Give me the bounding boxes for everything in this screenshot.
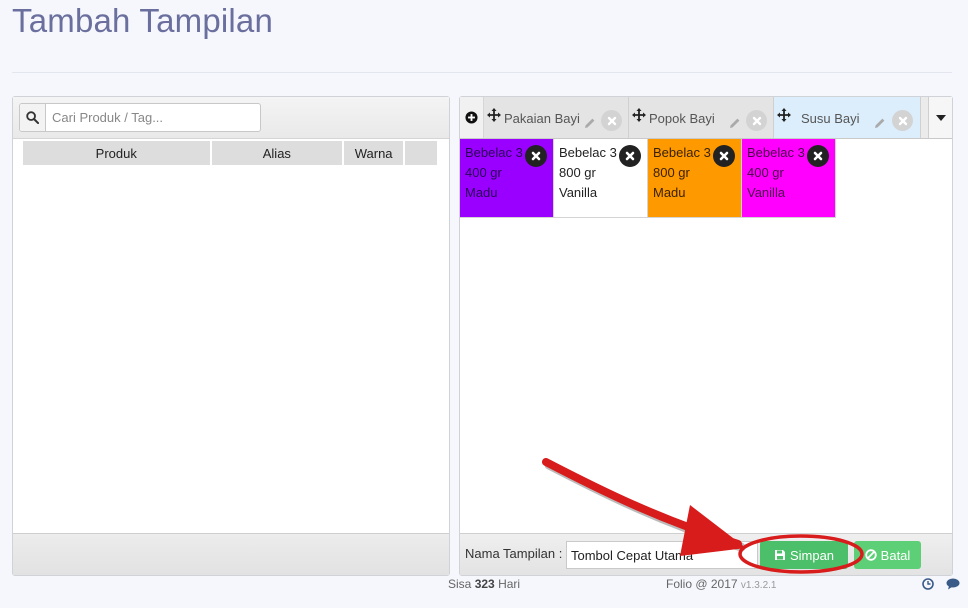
product-tile[interactable]: Bebelac 3 800 gr Madu xyxy=(648,139,742,218)
close-tab-button[interactable] xyxy=(892,110,913,131)
sisa-suffix: Hari xyxy=(498,577,521,591)
column-alias[interactable]: Alias xyxy=(210,141,345,165)
product-tile[interactable]: Bebelac 3 800 gr Vanilla xyxy=(554,139,648,218)
tab-label: Susu Bayi xyxy=(801,111,860,126)
title-divider xyxy=(12,72,952,73)
product-table: Produk Alias Warna xyxy=(23,141,439,165)
close-icon xyxy=(898,116,907,125)
clock-icon[interactable] xyxy=(922,578,934,590)
product-panel: Produk Alias Warna xyxy=(12,96,450,576)
move-icon[interactable] xyxy=(487,108,501,122)
tile-variant: Madu xyxy=(653,185,686,200)
close-tab-button[interactable] xyxy=(746,110,767,131)
caret-down-icon xyxy=(935,114,946,121)
remove-tile-button[interactable] xyxy=(807,145,829,167)
sisa-days: 323 xyxy=(474,577,495,591)
sisa-prefix: Sisa xyxy=(448,577,472,591)
search-button[interactable] xyxy=(20,104,46,131)
column-warna[interactable]: Warna xyxy=(343,141,406,165)
move-icon[interactable] xyxy=(632,108,646,122)
save-button-label: Simpan xyxy=(789,547,835,563)
search-icon xyxy=(26,111,39,124)
move-icon[interactable] xyxy=(777,108,791,122)
tab-label: Pakaian Bayi xyxy=(504,111,580,126)
search-input[interactable] xyxy=(46,104,260,131)
close-icon xyxy=(625,151,635,161)
remove-tile-button[interactable] xyxy=(619,145,641,167)
save-icon xyxy=(774,550,785,560)
ban-icon xyxy=(864,549,877,561)
cancel-button-label: Batal xyxy=(880,547,911,563)
product-panel-footer xyxy=(13,533,449,575)
search-box xyxy=(19,103,261,132)
layout-name-label: Nama Tampilan : xyxy=(465,546,563,561)
table-header-row: Produk Alias Warna xyxy=(23,141,439,165)
layout-name-input[interactable] xyxy=(566,541,758,569)
tab-susu-bayi[interactable]: Susu Bayi xyxy=(774,97,921,138)
save-button[interactable]: Simpan xyxy=(760,541,848,569)
close-icon xyxy=(531,151,541,161)
close-icon xyxy=(719,151,729,161)
product-tile[interactable]: Bebelac 3 400 gr Madu xyxy=(460,139,554,218)
tab-label: Popok Bayi xyxy=(649,111,715,126)
app-version: Folio @ 2017 v1.3.2.1 xyxy=(666,577,777,591)
plus-circle-icon xyxy=(465,111,478,124)
close-icon xyxy=(752,116,761,125)
remove-tile-button[interactable] xyxy=(713,145,735,167)
close-icon xyxy=(813,151,823,161)
chat-icon[interactable] xyxy=(946,578,960,590)
product-tile[interactable]: Bebelac 3 400 gr Vanilla xyxy=(742,139,836,218)
pencil-icon[interactable] xyxy=(729,117,741,129)
tile-variant: Madu xyxy=(465,185,498,200)
remove-tile-button[interactable] xyxy=(525,145,547,167)
folio-label: Folio @ 2017 xyxy=(666,577,738,591)
close-icon xyxy=(607,116,616,125)
layout-panel: Pakaian Bayi Popok Bayi Susu Bayi Bebela… xyxy=(459,96,953,576)
close-tab-button[interactable] xyxy=(601,110,622,131)
add-tab-button[interactable] xyxy=(460,97,484,138)
tile-variant: Vanilla xyxy=(747,185,786,200)
product-toolbar xyxy=(13,97,449,139)
tab-pakaian-bayi[interactable]: Pakaian Bayi xyxy=(484,97,629,138)
tab-popok-bayi[interactable]: Popok Bayi xyxy=(629,97,774,138)
layout-form-footer: Nama Tampilan : Simpan Batal xyxy=(460,533,952,575)
page-title: Tambah Tampilan xyxy=(12,2,274,39)
column-produk[interactable]: Produk xyxy=(23,141,212,165)
cancel-button[interactable]: Batal xyxy=(854,541,921,569)
version-number: v1.3.2.1 xyxy=(740,580,777,591)
product-tiles: Bebelac 3 400 gr Madu Bebelac 3 800 gr V… xyxy=(460,139,836,218)
pencil-icon[interactable] xyxy=(584,117,596,129)
tab-menu-button[interactable] xyxy=(928,97,952,138)
column-empty xyxy=(404,141,439,165)
subscription-remaining: Sisa 323 Hari xyxy=(448,577,520,591)
tile-variant: Vanilla xyxy=(559,185,598,200)
pencil-icon[interactable] xyxy=(874,117,886,129)
tab-bar: Pakaian Bayi Popok Bayi Susu Bayi xyxy=(460,97,952,139)
